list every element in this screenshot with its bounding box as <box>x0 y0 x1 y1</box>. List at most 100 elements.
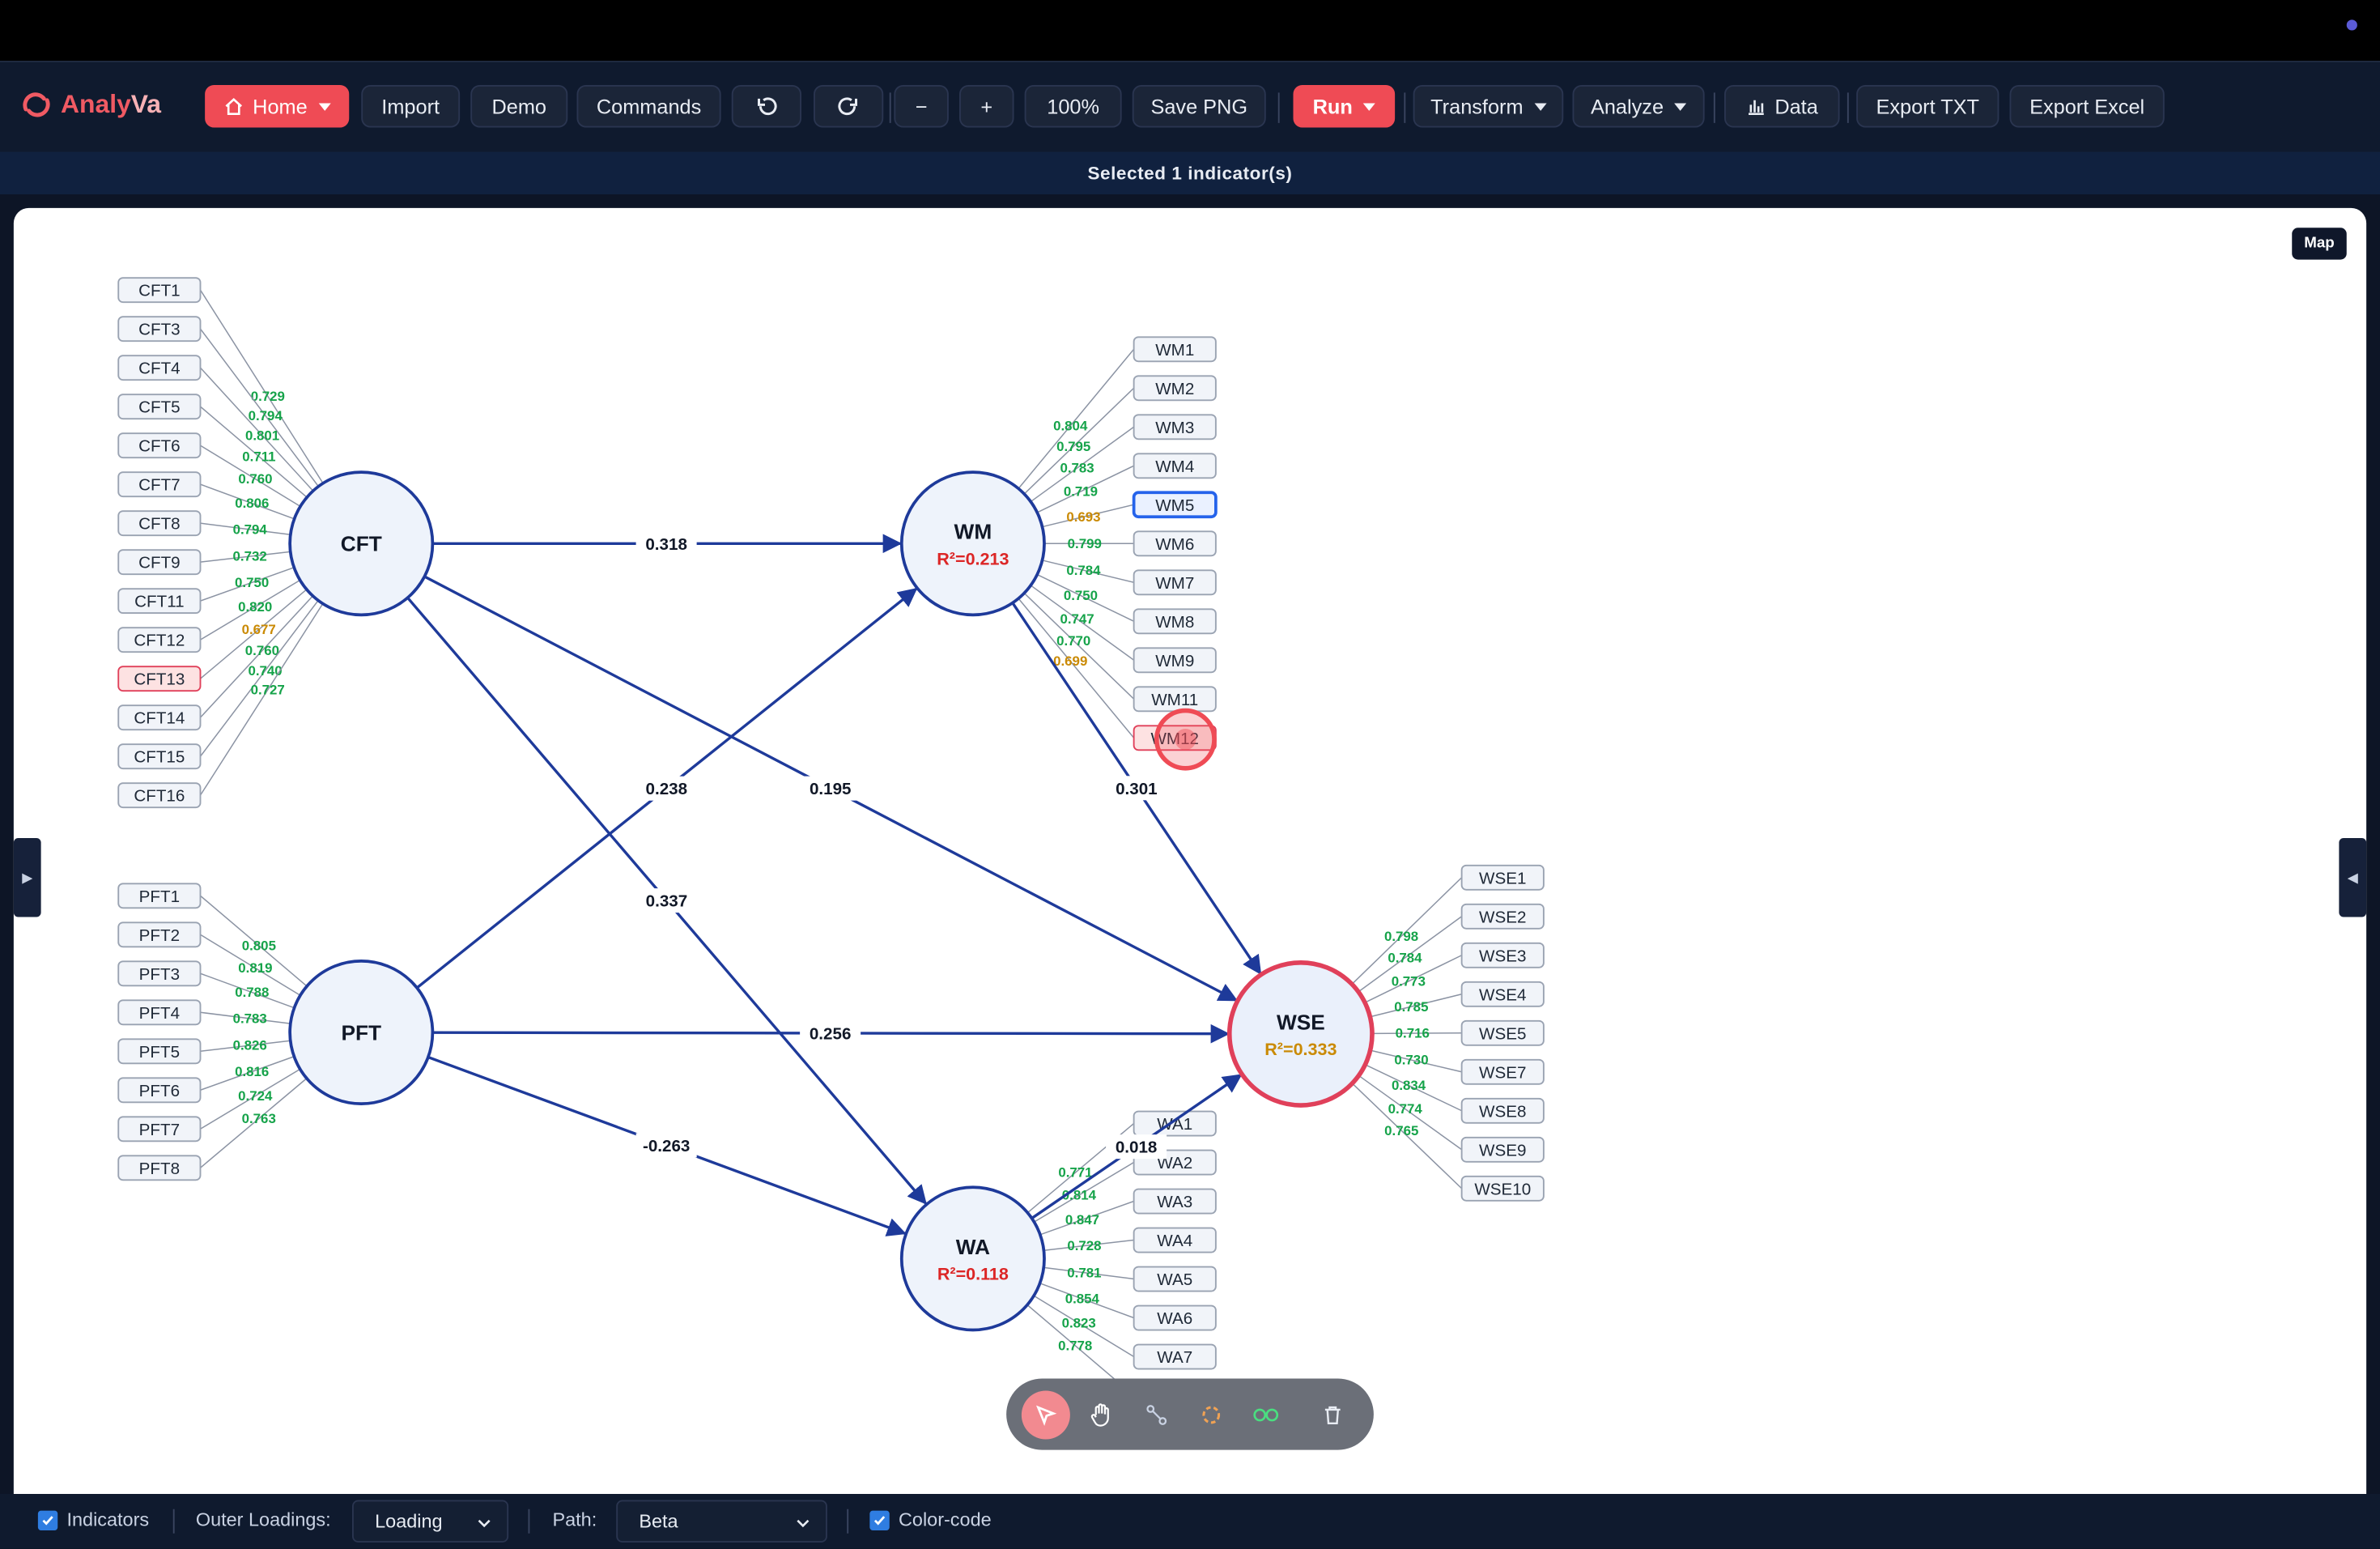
indicator-label: CFT13 <box>134 670 185 689</box>
right-panel-toggle[interactable]: ◀ <box>2339 838 2367 917</box>
toolbar-divider <box>889 92 891 123</box>
analyze-label: Analyze <box>1590 95 1664 118</box>
bottom-options-bar: Indicators Outer Loadings: Loading Path:… <box>0 1494 2380 1549</box>
demo-label: Demo <box>491 95 546 118</box>
loading-value: 0.693 <box>1066 509 1100 525</box>
indicator-label: CFT1 <box>138 282 181 300</box>
selection-status-text: Selected 1 indicator(s) <box>1087 162 1293 184</box>
loading-value: 0.806 <box>235 496 269 511</box>
zoom-level-label: 100% <box>1047 95 1099 118</box>
path-diagram: 0.729 CFT1 0.794 CFT3 0.801 CFT4 0.711 CFT5 0.76… <box>117 277 1545 1409</box>
outer-loadings-value: Loading <box>375 1510 443 1532</box>
indicator-label: WM5 <box>1155 496 1194 515</box>
zoom-level-button[interactable]: 100% <box>1024 85 1122 128</box>
r-squared-label: R²=0.118 <box>937 1264 1009 1284</box>
pan-tool-button[interactable] <box>1077 1391 1126 1440</box>
indicator-label: PFT4 <box>139 1004 180 1023</box>
expand-right-icon: ▶ <box>22 869 33 885</box>
demo-button[interactable]: Demo <box>470 85 568 128</box>
select-tool-button[interactable] <box>1021 1390 1070 1440</box>
outer-loadings-text: Outer Loadings: <box>195 1509 331 1530</box>
toolbar-divider <box>1713 92 1715 123</box>
commands-button[interactable]: Commands <box>576 85 721 128</box>
indicator-label: CFT6 <box>138 437 181 456</box>
connect-tool-button[interactable] <box>1133 1391 1181 1440</box>
indicator-label: WSE8 <box>1479 1102 1526 1121</box>
indicator-label: PFT3 <box>139 965 180 984</box>
zoom-in-label: + <box>980 95 993 118</box>
export-excel-button[interactable]: Export Excel <box>2009 85 2165 128</box>
hand-icon <box>1090 1403 1109 1427</box>
undo-button[interactable] <box>731 85 801 128</box>
latent-label: WSE <box>1277 1010 1325 1034</box>
model-canvas[interactable]: 0.729 CFT1 0.794 CFT3 0.801 CFT4 0.711 CFT5 0.76… <box>13 207 2367 1494</box>
export-txt-button[interactable]: Export TXT <box>1856 85 2000 128</box>
loading-value: 0.781 <box>1067 1265 1101 1280</box>
loading-value: 0.820 <box>238 599 272 615</box>
home-button[interactable]: Home <box>205 85 350 128</box>
indicator-label: WM7 <box>1155 574 1194 593</box>
r-squared-label: R²=0.213 <box>937 549 1009 569</box>
loading-value: 0.794 <box>249 408 283 423</box>
link-tool-button[interactable] <box>1242 1391 1290 1440</box>
indicator-label: PFT1 <box>139 887 180 906</box>
save-png-label: Save PNG <box>1150 95 1248 118</box>
indicators-checkbox[interactable]: Indicators <box>37 1509 149 1530</box>
analyze-menu-button[interactable]: Analyze <box>1572 85 1705 128</box>
redo-button[interactable] <box>814 85 884 128</box>
loading-value: 0.783 <box>233 1011 267 1026</box>
loading-value: 0.677 <box>242 622 276 637</box>
run-button[interactable]: Run <box>1293 85 1396 128</box>
import-button[interactable]: Import <box>361 85 461 128</box>
undo-icon <box>758 97 777 116</box>
color-code-checkbox[interactable]: Color-code <box>869 1509 992 1530</box>
latent-label: WA <box>956 1235 990 1259</box>
loading-value: 0.719 <box>1064 484 1098 500</box>
save-png-button[interactable]: Save PNG <box>1132 85 1266 128</box>
zoom-in-button[interactable]: + <box>959 85 1014 128</box>
indicator-label: CFT4 <box>138 360 181 378</box>
indicator-label: CFT12 <box>134 632 185 650</box>
loading-value: 0.788 <box>235 985 269 1000</box>
cursor-indicator <box>1154 708 1217 771</box>
latent-tool-button[interactable] <box>1187 1391 1235 1440</box>
path-select[interactable]: Beta <box>616 1500 827 1543</box>
loading-value: 0.784 <box>1066 563 1101 578</box>
zoom-out-button[interactable]: − <box>894 85 949 128</box>
indicator-label: CFT15 <box>134 748 185 767</box>
transform-label: Transform <box>1430 95 1524 118</box>
indicator-label: WA1 <box>1157 1115 1192 1134</box>
indicator-label: PFT6 <box>139 1082 180 1100</box>
loading-value: 0.784 <box>1388 951 1422 966</box>
indicator-label: WM9 <box>1155 652 1194 670</box>
canvas-tool-palette <box>1006 1378 1374 1450</box>
zoom-out-label: − <box>915 95 928 118</box>
indicator-label: CFT3 <box>138 321 181 339</box>
loading-value: 0.799 <box>1068 536 1102 551</box>
indicator-label: PFT2 <box>139 926 180 945</box>
delete-tool-button[interactable] <box>1308 1391 1357 1440</box>
indicator-label: WSE10 <box>1474 1180 1531 1198</box>
loading-value: 0.732 <box>233 549 267 564</box>
expand-left-icon: ◀ <box>2347 869 2358 885</box>
import-label: Import <box>381 95 440 118</box>
app-logo: AnalyVa <box>21 90 161 121</box>
map-toggle-button[interactable]: Map <box>2292 228 2347 260</box>
data-button[interactable]: Data <box>1724 85 1840 128</box>
select-icon <box>1035 1405 1057 1426</box>
data-label: Data <box>1774 95 1818 118</box>
path-label: Path: <box>553 1509 597 1530</box>
loading-value: 0.826 <box>233 1038 267 1053</box>
loading-value: 0.783 <box>1060 461 1094 476</box>
path-coefficient: 0.238 <box>646 780 688 798</box>
outer-loadings-select[interactable]: Loading <box>352 1500 509 1543</box>
indicator-label: WM11 <box>1151 691 1198 709</box>
redo-icon <box>838 97 857 116</box>
loading-value: 0.763 <box>242 1111 276 1126</box>
transform-menu-button[interactable]: Transform <box>1413 85 1564 128</box>
latent-label: CFT <box>341 532 382 556</box>
loading-value: 0.727 <box>251 683 285 698</box>
chevron-down-icon <box>478 1519 491 1528</box>
left-panel-toggle[interactable]: ▶ <box>13 838 41 917</box>
path-coefficient: 0.018 <box>1116 1138 1158 1157</box>
